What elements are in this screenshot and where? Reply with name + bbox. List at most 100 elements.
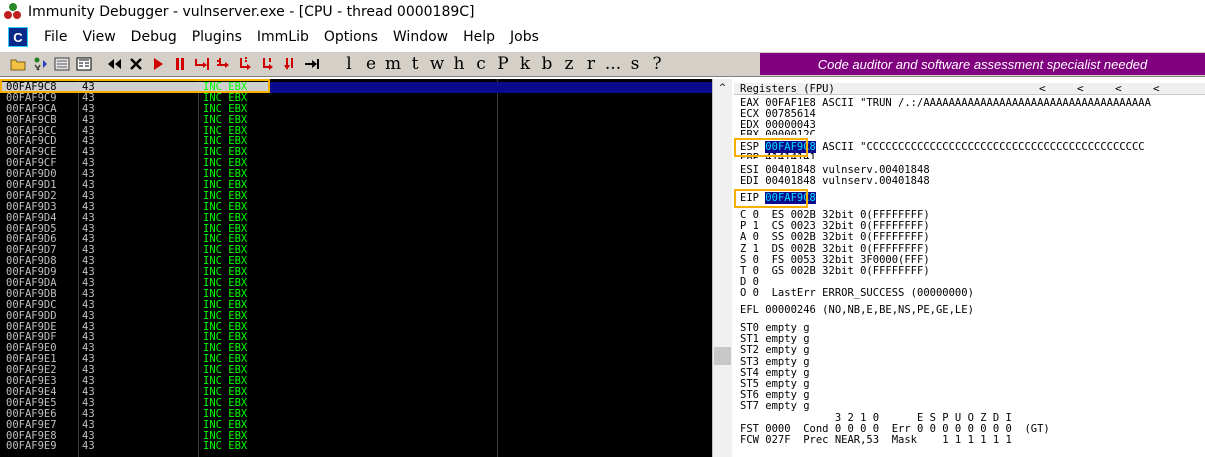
menu-window[interactable]: Window: [385, 29, 455, 45]
disassembly-row[interactable]: 00FAF9E0 43 INC EBX: [0, 343, 712, 354]
pause-icon[interactable]: [170, 54, 190, 74]
toolbar-run-trace-button[interactable]: ...: [602, 54, 624, 74]
nav-left-icon[interactable]: <: [1039, 83, 1046, 95]
toolbar-help-button[interactable]: ?: [646, 54, 668, 74]
rewind-icon[interactable]: [104, 54, 124, 74]
menu-immlib[interactable]: ImmLib: [249, 29, 316, 45]
disassembly-row[interactable]: 00FAF9D5 43 INC EBX: [0, 223, 712, 235]
disassembly-row[interactable]: 00FAF9D8 43 INC EBX: [0, 256, 712, 267]
disassembly-row[interactable]: 00FAF9E5 43 INC EBX: [0, 397, 712, 409]
toolbar-source-button[interactable]: s: [624, 54, 646, 74]
flag-row[interactable]: T 0 GS 002B 32bit 0(FFFFFFFF): [740, 266, 930, 277]
menu-file[interactable]: File: [36, 29, 74, 45]
disassembly-row[interactable]: 00FAF9D3 43 INC EBX: [0, 201, 712, 213]
registers-pane[interactable]: Registers (FPU) < < < < EAX 00FAF1E8 ASC…: [734, 79, 1205, 457]
register-esp[interactable]: ESP 00FAF9C8 ASCII "CCCCCCCCCCCCCCCCCCCC…: [740, 141, 1145, 153]
register-eip[interactable]: EIP 00FAF9C8: [740, 192, 816, 204]
menu-options[interactable]: Options: [316, 29, 385, 45]
menu-help[interactable]: Help: [455, 29, 502, 45]
register-efl[interactable]: EFL 00000246 (NO,NB,E,BE,NS,PE,GE,LE): [740, 305, 974, 316]
open-icon[interactable]: [8, 54, 28, 74]
disassembly-pane[interactable]: 00FAF9C8 43 INC EBX 00FAF9C9 43 INC EBX 00FAF9…: [0, 79, 712, 457]
disassembly-row[interactable]: 00FAF9DD 43 INC EBX: [0, 310, 712, 322]
scroll-up-icon[interactable]: ⌃: [713, 79, 732, 97]
go-to-icon[interactable]: [302, 54, 322, 74]
menu-view[interactable]: View: [74, 29, 122, 45]
close-file-icon[interactable]: [52, 54, 72, 74]
run-icon[interactable]: [148, 54, 168, 74]
toolbar-call-stack-button[interactable]: k: [514, 54, 536, 74]
execute-till-return-icon[interactable]: [280, 54, 300, 74]
fpu-register[interactable]: ST3 empty g: [740, 356, 810, 368]
row-hex-dump: 43: [82, 113, 95, 126]
restart-icon[interactable]: [30, 54, 50, 74]
trace-into-icon[interactable]: [236, 54, 256, 74]
disassembly-row[interactable]: 00FAF9DC 43 INC EBX: [0, 299, 712, 311]
disassembly-row[interactable]: 00FAF9E2 43 INC EBX: [0, 365, 712, 376]
disassembly-row[interactable]: 00FAF9D2 43 INC EBX: [0, 191, 712, 202]
disassembly-row[interactable]: 00FAF9D6 43 INC EBX: [0, 234, 712, 245]
module-icon[interactable]: [74, 54, 94, 74]
disassembly-row[interactable]: 00FAF9D0 43 INC EBX: [0, 169, 712, 180]
promo-banner[interactable]: Code auditor and software assessment spe…: [760, 53, 1205, 75]
disassembly-row[interactable]: 00FAF9CF 43 INC EBX: [0, 158, 712, 169]
toolbar-log-button[interactable]: l: [338, 54, 360, 74]
disassembly-scrollbar[interactable]: ⌃: [712, 79, 732, 457]
disassembly-row[interactable]: 00FAF9D1 43 INC EBX: [0, 180, 712, 191]
toolbar-references-button[interactable]: r: [580, 54, 602, 74]
disassembly-row[interactable]: 00FAF9DF 43 INC EBX: [0, 332, 712, 343]
disassembly-row[interactable]: 00FAF9D4 43 INC EBX: [0, 212, 712, 224]
nav-left-icon[interactable]: <: [1115, 83, 1122, 95]
disassembly-row[interactable]: 00FAF9C9 43 INC EBX: [0, 92, 712, 104]
register-ebp[interactable]: EBP 41414141: [740, 153, 816, 159]
disassembly-row[interactable]: 00FAF9CA 43 INC EBX: [0, 103, 712, 115]
menu-jobs[interactable]: Jobs: [502, 29, 546, 45]
nav-left-icon[interactable]: <: [1077, 83, 1084, 95]
fpu-status-row[interactable]: FCW 027F Prec NEAR,53 Mask 1 1 1 1 1 1: [740, 435, 1012, 446]
flag-row[interactable]: O 0 LastErr ERROR_SUCCESS (00000000): [740, 288, 974, 299]
disassembly-row[interactable]: 00FAF9DA 43 INC EBX: [0, 278, 712, 289]
disassembly-row[interactable]: 00FAF9CD 43 INC EBX: [0, 136, 712, 147]
cpu-window-icon[interactable]: C: [8, 27, 28, 47]
toolbar: l e m t w h c P k b z r ... s ? Code aud…: [0, 51, 1205, 77]
toolbar-modules-button[interactable]: e: [360, 54, 382, 74]
trace-over-icon[interactable]: [258, 54, 278, 74]
toolbar-handles-button[interactable]: h: [448, 54, 470, 74]
step-over-icon[interactable]: [214, 54, 234, 74]
disassembly-row[interactable]: 00FAF9E9 43 INC EBX: [0, 441, 712, 452]
register-edi[interactable]: EDI 00401848 vulnserv.00401848: [740, 176, 930, 187]
row-hex-dump: 43: [82, 418, 95, 431]
disassembly-row[interactable]: 00FAF9CC 43 INC EBX: [0, 125, 712, 137]
disassembly-row[interactable]: 00FAF9D7 43 INC EBX: [0, 245, 712, 256]
disassembly-row[interactable]: 00FAF9E6 43 INC EBX: [0, 408, 712, 420]
disassembly-row[interactable]: 00FAF9CE 43 INC EBX: [0, 147, 712, 158]
menu-plugins[interactable]: Plugins: [184, 29, 249, 45]
toolbar-memory-button[interactable]: m: [382, 54, 404, 74]
toolbar-threads-button[interactable]: t: [404, 54, 426, 74]
toolbar-z-button[interactable]: z: [558, 54, 580, 74]
toolbar-breakpoints-button[interactable]: b: [536, 54, 558, 74]
disassembly-row[interactable]: 00FAF9DE 43 INC EBX: [0, 321, 712, 333]
register-ebx[interactable]: EBX 0000012C: [740, 130, 816, 135]
menu-debug[interactable]: Debug: [123, 29, 184, 45]
disassembly-row[interactable]: 00FAF9E3 43 INC EBX: [0, 376, 712, 387]
disassembly-row[interactable]: 00FAF9E7 43 INC EBX: [0, 418, 712, 431]
disassembly-row[interactable]: 00FAF9E4 43 INC EBX: [0, 387, 712, 398]
fpu-register[interactable]: ST7 empty g: [740, 401, 810, 412]
disassembly-row[interactable]: 00FAF9E8 43 INC EBX: [0, 430, 712, 442]
flag-row[interactable]: Z 1 DS 002B 32bit 0(FFFFFFFF): [740, 243, 930, 255]
close-icon[interactable]: [126, 54, 146, 74]
disassembly-row[interactable]: 00FAF9E1 43 INC EBX: [0, 354, 712, 365]
disassembly-row[interactable]: 00FAF9CB 43 INC EBX: [0, 113, 712, 126]
toolbar-patches-button[interactable]: P: [492, 54, 514, 74]
nav-left-icon[interactable]: <: [1153, 83, 1160, 95]
disassembly-row[interactable]: 00FAF9D9 43 INC EBX: [0, 267, 712, 278]
scroll-thumb[interactable]: [714, 347, 731, 365]
step-into-icon[interactable]: [192, 54, 212, 74]
fpu-register[interactable]: ST2 empty g: [740, 345, 810, 356]
flag-row[interactable]: A 0 SS 002B 32bit 0(FFFFFFFF): [740, 232, 930, 243]
disassembly-row[interactable]: 00FAF9DB 43 INC EBX: [0, 289, 712, 300]
toolbar-windows-button[interactable]: w: [426, 54, 448, 74]
toolbar-cpu-button[interactable]: c: [470, 54, 492, 74]
disassembly-row[interactable]: 00FAF9C8 43 INC EBX: [0, 82, 712, 93]
